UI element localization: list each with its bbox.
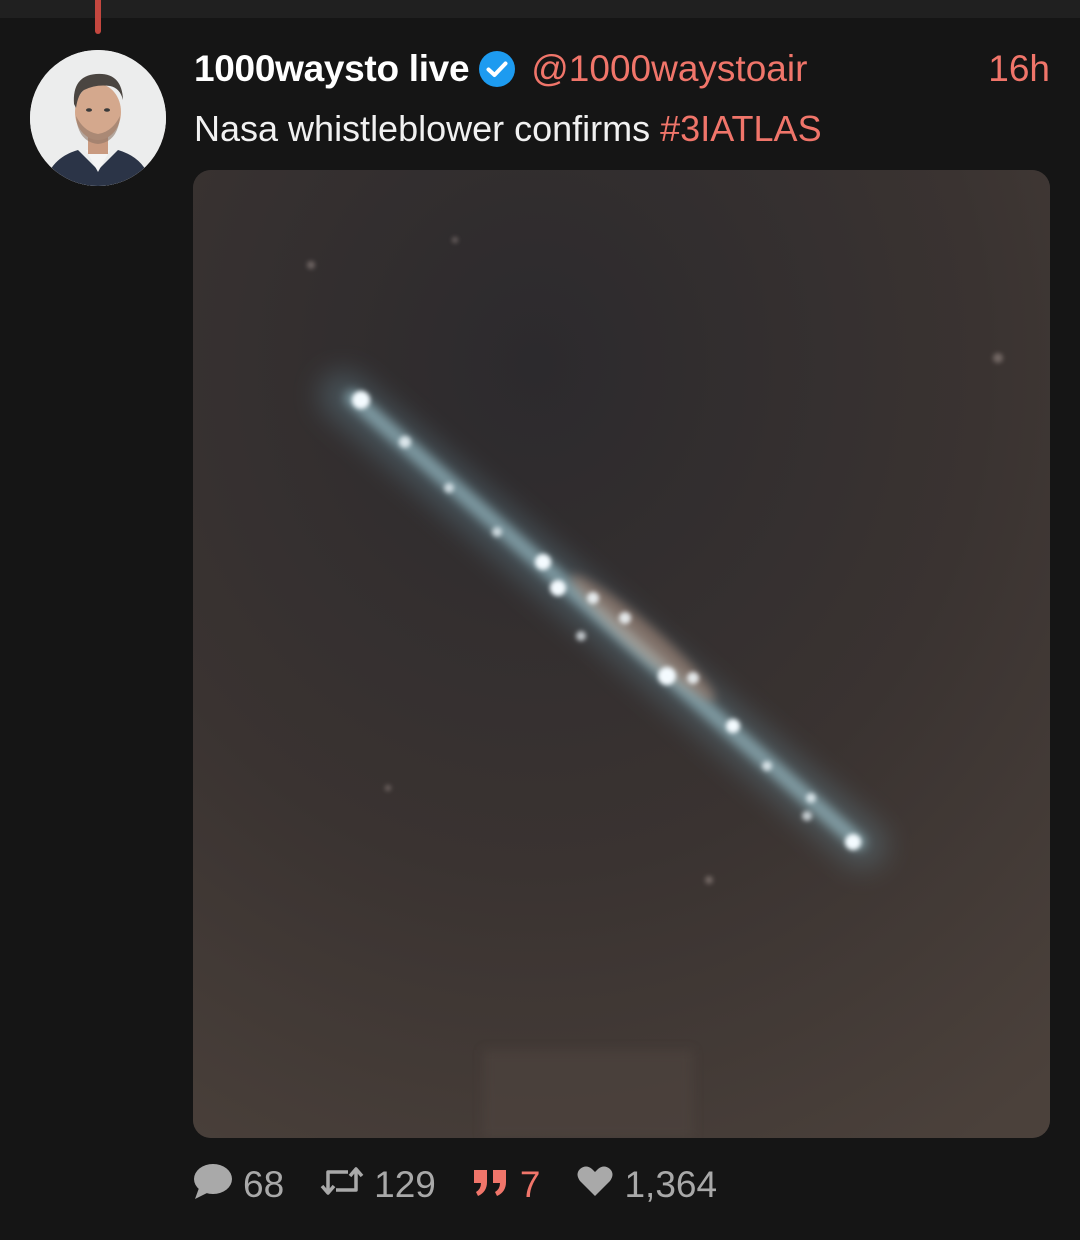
like-count: 1,364 <box>624 1164 718 1205</box>
quote-count: 7 <box>519 1164 541 1205</box>
avatar[interactable] <box>30 50 166 186</box>
post-header: 1000waysto live @1000waystoair 16h <box>194 44 1050 94</box>
author-display-name[interactable]: 1000waysto live <box>194 48 470 90</box>
quote-marks-icon <box>472 1164 520 1207</box>
top-bar <box>0 0 1080 18</box>
speech-bubble-icon <box>193 1162 243 1209</box>
repost-button[interactable]: 129 <box>320 1164 436 1207</box>
repost-arrows-icon <box>320 1164 374 1207</box>
quote-button[interactable]: 7 <box>472 1164 541 1207</box>
reply-count: 68 <box>243 1164 285 1205</box>
post-timestamp[interactable]: 16h <box>988 48 1050 90</box>
hashtag-link[interactable]: #3IATLAS <box>660 108 821 149</box>
reply-button[interactable]: 68 <box>193 1162 284 1209</box>
like-button[interactable]: 1,364 <box>576 1164 717 1207</box>
post-actions-bar: 68 129 7 1,364 <box>193 1160 753 1210</box>
post-image[interactable] <box>193 170 1050 1138</box>
post-text: Nasa whistleblower confirms #3IATLAS <box>194 108 822 150</box>
repost-count: 129 <box>374 1164 436 1205</box>
thread-connector-line <box>95 0 101 34</box>
post-body-text: Nasa whistleblower confirms <box>194 108 661 149</box>
author-handle[interactable]: @1000waystoair <box>531 48 807 90</box>
heart-icon <box>576 1164 624 1207</box>
verified-badge-icon <box>477 49 517 89</box>
